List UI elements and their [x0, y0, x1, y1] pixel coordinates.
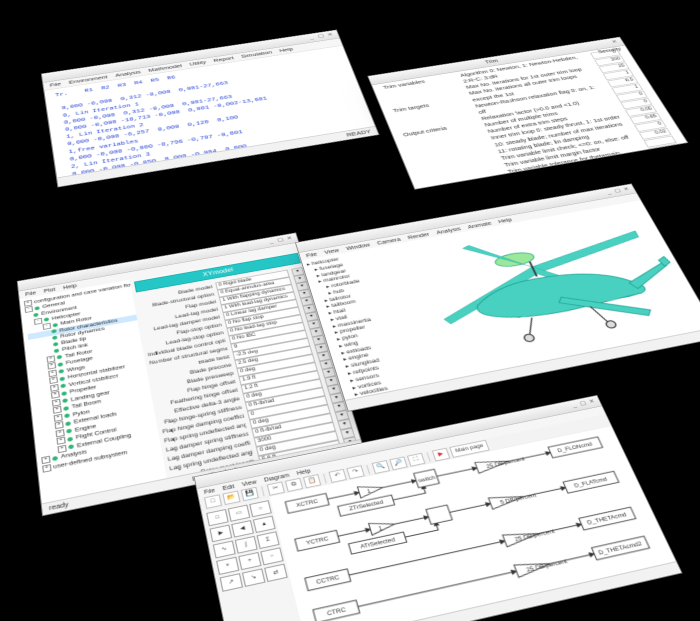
palette-block[interactable]: ↘: [242, 568, 265, 586]
svg-text:YCTRC: YCTRC: [306, 536, 330, 547]
palette-block[interactable]: ▲: [253, 516, 276, 533]
tree-node[interactable]: +Engine: [39, 411, 160, 442]
landing-gear: [516, 304, 617, 345]
dropdown-arrow-icon[interactable]: ▾: [337, 419, 352, 430]
scene-node[interactable]: ▸ tipPath: [350, 382, 446, 408]
trim-body: Security Trim variablesTrim targetsOutpu…: [372, 45, 687, 189]
rotor-blades: [418, 217, 668, 331]
minimize-icon[interactable]: _: [307, 35, 316, 41]
property-value-field[interactable]: 0 deg: [243, 379, 323, 403]
svg-text:D_THETAcmd2: D_THETAcmd2: [598, 541, 644, 557]
palette-block[interactable]: ∫: [235, 536, 258, 554]
close-icon[interactable]: ✕: [610, 40, 620, 46]
viewer-status: [345, 327, 700, 410]
maximize-icon[interactable]: ▢: [579, 400, 589, 407]
palette-block[interactable]: ↗: [220, 573, 243, 592]
minimize-icon[interactable]: _: [570, 402, 580, 409]
property-value-field[interactable]: 0 ft-lb/rad: [245, 387, 326, 411]
palette-block[interactable]: □: [206, 509, 228, 526]
scene-node[interactable]: ▸ engine: [337, 341, 430, 365]
tree-node[interactable]: +user-defined subsystem: [42, 441, 166, 473]
svg-text:CTRC: CTRC: [326, 607, 346, 618]
trim-window: Trim ✕ Security Trim variablesTrim targe…: [367, 37, 688, 190]
palette-block[interactable]: ▭: [228, 505, 251, 522]
palette-block[interactable]: ∿: [213, 541, 236, 559]
close-icon[interactable]: ✕: [326, 32, 335, 38]
palette-block[interactable]: Σ: [257, 531, 280, 549]
property-value-field[interactable]: 1.2 ft: [241, 370, 321, 393]
property-value-field[interactable]: 1.9 ft: [239, 362, 318, 385]
maximize-icon[interactable]: ▢: [613, 188, 623, 194]
palette-block[interactable]: ◀: [231, 520, 254, 537]
property-value-field[interactable]: 0: [247, 396, 328, 420]
tree-node[interactable]: +External loads: [38, 403, 159, 434]
scene-node[interactable]: ▸ slungload: [339, 348, 433, 372]
tree-node[interactable]: +Flight Control: [39, 418, 161, 449]
palette-block[interactable]: +: [238, 552, 261, 570]
tree-node[interactable]: +Pylon: [37, 396, 157, 426]
dropdown-arrow-icon[interactable]: ▾: [340, 428, 355, 439]
minimize-icon[interactable]: _: [267, 239, 276, 245]
status-ready: ready: [49, 501, 69, 511]
svg-text:1: 1: [378, 526, 383, 533]
console-window: _ ▢ ✕ FileEnvironmentAnalysisMathmodelUt…: [41, 30, 380, 188]
tree-node[interactable]: +Horizontal stabilizer: [33, 359, 150, 388]
scene-node[interactable]: ▸ htail: [322, 296, 412, 319]
close-icon[interactable]: ✕: [587, 399, 597, 406]
scene-node[interactable]: ▸ velocities: [348, 375, 443, 400]
close-button[interactable]: Close: [512, 188, 533, 189]
scene-node[interactable]: ▸ vtail: [324, 302, 415, 325]
maximize-icon[interactable]: ▢: [276, 237, 285, 243]
palette-block[interactable]: ○: [249, 500, 272, 517]
svg-text:25 DB/percent: 25 DB/percent: [514, 529, 557, 544]
scene-node[interactable]: ▸ wing: [332, 328, 424, 352]
scene-node[interactable]: ▸ propeller: [328, 315, 420, 338]
tree-node[interactable]: +Propeller: [34, 374, 152, 404]
svg-text:ATrSelected: ATrSelected: [360, 537, 396, 550]
tree-node[interactable]: +Tail Boom: [36, 388, 156, 418]
minimize-icon[interactable]: _: [604, 190, 614, 196]
maximize-icon[interactable]: ▢: [317, 34, 326, 40]
bd-status: [233, 561, 682, 621]
close-icon[interactable]: ✕: [622, 187, 632, 193]
scene-node[interactable]: ▸ tailboom: [320, 290, 410, 313]
tree-node[interactable]: +Landing gear: [35, 381, 154, 411]
svg-text:CCTRC: CCTRC: [316, 575, 341, 586]
scene-node[interactable]: ▸ pylon: [330, 321, 422, 345]
palette-block[interactable]: ▶: [209, 525, 232, 543]
palette-block[interactable]: ×: [216, 557, 239, 575]
scene-node[interactable]: ▸ sensors: [343, 362, 438, 387]
scene-node[interactable]: ▸ controls: [352, 390, 448, 411]
property-value-field[interactable]: 0 ft-lb/rad: [251, 413, 333, 438]
scene-node[interactable]: ▸ vortices: [345, 368, 440, 393]
palette-block[interactable]: −: [260, 547, 283, 565]
wing: [557, 283, 653, 330]
palette-block[interactable]: ⇄: [264, 564, 288, 582]
svg-text:25 DB/percent: 25 DB/percent: [526, 558, 569, 573]
help-button[interactable]: Help: [676, 160, 687, 167]
tree-node[interactable]: +External Coupling: [40, 426, 163, 458]
scene-node[interactable]: ▸ refpoints: [341, 355, 435, 380]
viewer-3d-window: _▢✕ FileViewWindowCameraRenderAnalysisAn…: [295, 183, 700, 411]
scene-node[interactable]: ▸ massinertia: [326, 309, 417, 332]
property-value-field[interactable]: 3000: [254, 422, 336, 447]
close-icon[interactable]: ✕: [285, 236, 294, 242]
property-value-field[interactable]: 0 deg: [249, 404, 331, 428]
tree-node[interactable]: +Analysis: [41, 434, 164, 466]
scene-node[interactable]: ▸ extloads: [334, 335, 427, 359]
tree-node[interactable]: +Vertical stabilizer: [34, 367, 152, 396]
